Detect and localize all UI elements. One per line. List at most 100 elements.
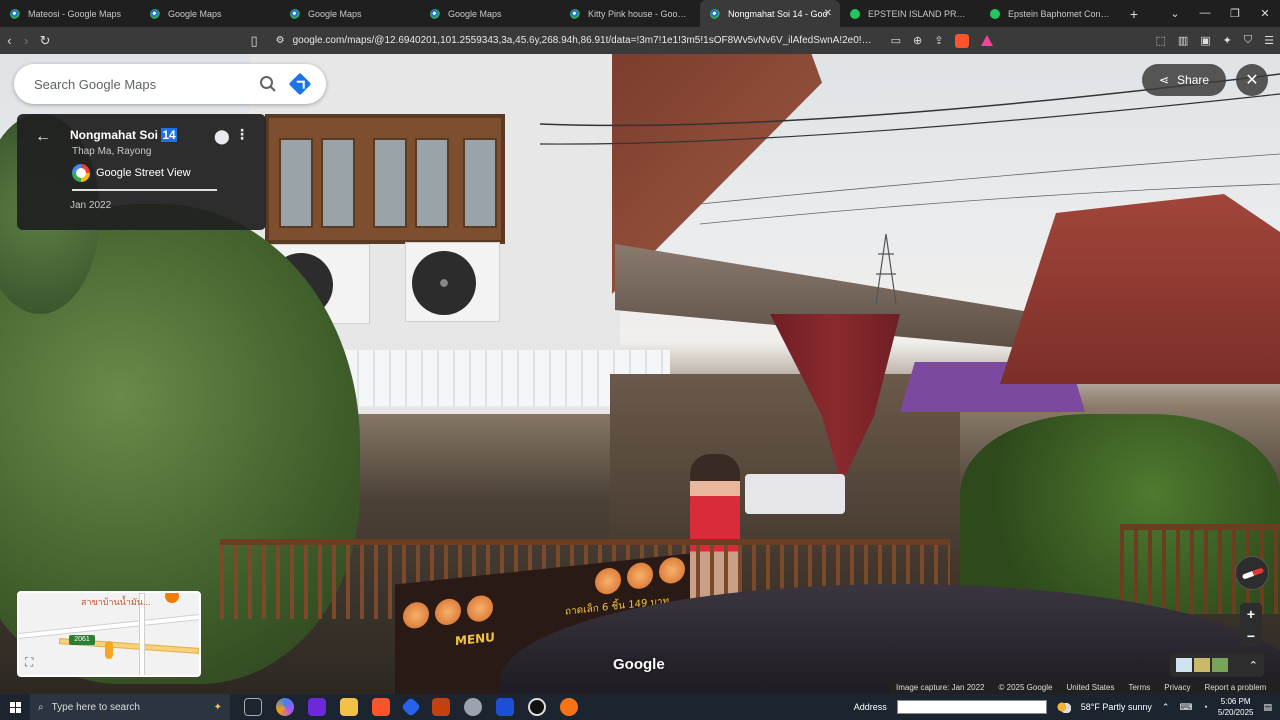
tab-nongmahat-soi-14[interactable]: Nongmahat Soi 14 - Goo ✕ xyxy=(700,0,840,27)
search-button[interactable] xyxy=(252,68,284,100)
new-tab-button[interactable]: + xyxy=(1120,6,1148,22)
restore-icon[interactable]: ❐ xyxy=(1220,7,1250,20)
zoom-in-button[interactable]: + xyxy=(1240,603,1262,625)
place-marker-icon xyxy=(165,593,179,603)
minimap[interactable]: สาขาบ้านน้ำมัน... 2061 ⛶ xyxy=(17,591,201,677)
location-pin-icon[interactable]: ⬤ xyxy=(214,128,230,145)
tab-epstein-island-proof[interactable]: EPSTEIN ISLAND PROOF xyxy=(840,0,980,27)
tray-chevron-icon[interactable]: ⌃ xyxy=(1162,702,1170,713)
share-button[interactable]: ⋖ Share xyxy=(1142,64,1226,96)
weather-text[interactable]: 58°F Partly sunny xyxy=(1081,702,1152,712)
keyboard-icon[interactable]: ⌨ xyxy=(1179,702,1192,713)
clock[interactable]: 5:06 PM 5/20/2025 xyxy=(1218,696,1254,718)
copilot-icon[interactable] xyxy=(276,698,294,716)
taskbar-search[interactable]: ⌕ Type here to search ✦ xyxy=(30,694,230,720)
expand-up-icon[interactable]: ⌃ xyxy=(1249,659,1258,672)
region-link[interactable]: United States xyxy=(1066,683,1114,692)
wallet-icon[interactable]: ▣ xyxy=(1200,34,1210,47)
expand-map-icon[interactable]: ⛶ xyxy=(25,655,43,673)
pegman-icon xyxy=(105,641,113,659)
app-icon[interactable] xyxy=(464,698,482,716)
close-street-view-button[interactable]: ✕ xyxy=(1236,64,1268,96)
thumbnail[interactable] xyxy=(1212,658,1228,672)
address-bar-actions: ▭ ⊕ ⇪ ⬚ ▥ ▣ ✦ ⛉ ☰ xyxy=(891,33,1274,48)
tab-google-maps-1[interactable]: Google Maps xyxy=(140,0,280,27)
window-controls: ⌄ — ❐ ✕ xyxy=(1160,7,1280,20)
maps-icon xyxy=(7,6,23,21)
tab-search-icon[interactable]: ⌄ xyxy=(1160,7,1190,20)
app-icon[interactable] xyxy=(401,697,421,717)
network-icon[interactable]: ◔ xyxy=(1202,702,1207,712)
tab-google-maps-3[interactable]: Google Maps xyxy=(420,0,560,27)
search-input[interactable] xyxy=(34,76,252,92)
street-view-info-card: ← Nongmahat Soi 14 Thap Ma, Rayong ⬤ ⋮ G… xyxy=(17,114,266,230)
brave-rewards-icon[interactable] xyxy=(981,35,994,46)
file-explorer-icon[interactable] xyxy=(340,698,358,716)
privacy-link[interactable]: Privacy xyxy=(1164,683,1190,692)
forward-icon[interactable]: › xyxy=(23,33,30,48)
zoom-control: + − xyxy=(1240,603,1262,647)
menu-icon[interactable]: ☰ xyxy=(1264,34,1274,47)
extensions-icon[interactable]: ⬚ xyxy=(1155,34,1165,47)
thumbnail[interactable] xyxy=(1194,658,1210,672)
maps-icon xyxy=(147,6,163,21)
share-label: Share xyxy=(1177,73,1210,87)
start-button[interactable] xyxy=(0,694,30,720)
app-icon[interactable] xyxy=(432,698,450,716)
report-problem-link[interactable]: Report a problem xyxy=(1205,683,1267,692)
tab-google-maps-2[interactable]: Google Maps xyxy=(280,0,420,27)
zoom-out-button[interactable]: − xyxy=(1240,625,1262,647)
zoom-icon[interactable]: ⊕ xyxy=(913,34,922,47)
leo-ai-icon[interactable]: ✦ xyxy=(1223,34,1232,47)
play-icon xyxy=(990,8,1000,19)
directions-button[interactable] xyxy=(284,68,316,100)
place-subtitle: Thap Ma, Rayong xyxy=(72,146,152,157)
capture-date-selector[interactable]: Jan 2022 xyxy=(70,200,111,211)
back-arrow-icon[interactable]: ← xyxy=(35,128,51,146)
search-icon: ⌕ xyxy=(38,701,44,713)
share-icon: ⋖ xyxy=(1158,73,1170,87)
sidebar-icon[interactable]: ▥ xyxy=(1178,34,1188,47)
url-field[interactable]: ⚙ google.com/maps/@12.6940201,101.255934… xyxy=(268,30,881,52)
tab-epstein-baphomet[interactable]: Epstein Baphomet Connection xyxy=(980,0,1120,27)
tab-mateosi[interactable]: Mateosi - Google Maps xyxy=(0,0,140,27)
compass-control[interactable] xyxy=(1235,556,1269,590)
imagery-thumbnails[interactable]: ⌃ xyxy=(1170,653,1264,677)
windows-taskbar: ⌕ Type here to search ✦ Address 58°F Par… xyxy=(0,694,1280,720)
maps-icon xyxy=(287,6,303,21)
close-window-icon[interactable]: ✕ xyxy=(1250,7,1280,20)
minimize-icon[interactable]: — xyxy=(1190,7,1220,20)
app-icon[interactable] xyxy=(560,698,578,716)
terms-link[interactable]: Terms xyxy=(1128,683,1150,692)
app-icon[interactable] xyxy=(496,698,514,716)
street-view-source[interactable]: Google Street View xyxy=(72,164,191,182)
tab-close-icon[interactable]: ✕ xyxy=(824,8,832,19)
bookmark-icon[interactable]: ▯ xyxy=(250,33,257,49)
more-options-icon[interactable]: ⋮ xyxy=(235,126,249,143)
back-icon[interactable]: ‹ xyxy=(6,33,13,48)
maps-icon xyxy=(567,6,583,21)
media-player-icon[interactable] xyxy=(528,698,546,716)
brave-shield-icon[interactable] xyxy=(955,33,970,48)
reload-icon[interactable]: ↻ xyxy=(40,33,51,49)
thumbnail[interactable] xyxy=(1176,658,1192,672)
google-watermark: Google xyxy=(613,656,665,673)
maps-search-box xyxy=(14,64,326,104)
notifications-icon[interactable]: ▤ xyxy=(1263,702,1272,713)
site-info-icon[interactable]: ⚙ xyxy=(276,35,285,46)
address-toolbar-label: Address xyxy=(853,702,887,712)
taskbar-search-placeholder: Type here to search xyxy=(51,701,140,713)
copilot-sparkle-icon[interactable]: ✦ xyxy=(214,702,222,713)
windows-logo-icon xyxy=(9,701,21,713)
share-page-icon[interactable]: ⇪ xyxy=(934,34,943,47)
app-icon[interactable] xyxy=(308,698,326,716)
vpn-icon[interactable]: ⛉ xyxy=(1244,34,1252,47)
source-underline xyxy=(72,189,217,191)
task-view-icon[interactable] xyxy=(244,698,262,716)
tab-kitty-pink-house[interactable]: Kitty Pink house - Google Ma xyxy=(560,0,700,27)
cast-icon[interactable]: ▭ xyxy=(891,34,901,47)
brave-browser-icon[interactable] xyxy=(372,698,390,716)
address-toolbar-input[interactable] xyxy=(896,700,1047,714)
minimap-place-label: สาขาบ้านน้ำมัน... xyxy=(81,597,151,607)
maps-icon xyxy=(707,6,723,21)
